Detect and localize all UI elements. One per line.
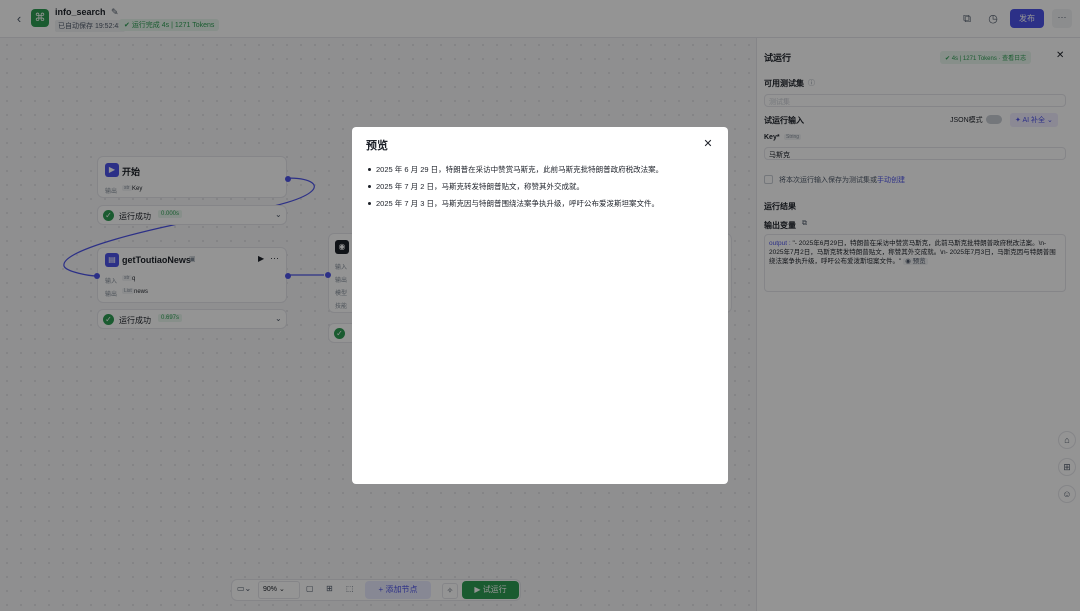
preview-list: 2025 年 6 月 29 日，特朗普在采访中赞赏马斯克，此前马斯克批特朗普政府… [366, 161, 716, 212]
close-icon[interactable]: ✕ [701, 137, 715, 151]
list-item: 2025 年 6 月 29 日，特朗普在采访中赞赏马斯克，此前马斯克批特朗普政府… [366, 161, 716, 178]
preview-modal: 预览 ✕ 2025 年 6 月 29 日，特朗普在采访中赞赏马斯克，此前马斯克批… [352, 127, 728, 484]
list-item: 2025 年 7 月 3 日，马斯克因与特朗普围绕法案争执升级，呼吁公布爱泼斯坦… [366, 195, 716, 212]
modal-title: 预览 [366, 140, 388, 152]
list-item: 2025 年 7 月 2 日，马斯克转发特朗普贴文，称赞其外交成就。 [366, 178, 716, 195]
